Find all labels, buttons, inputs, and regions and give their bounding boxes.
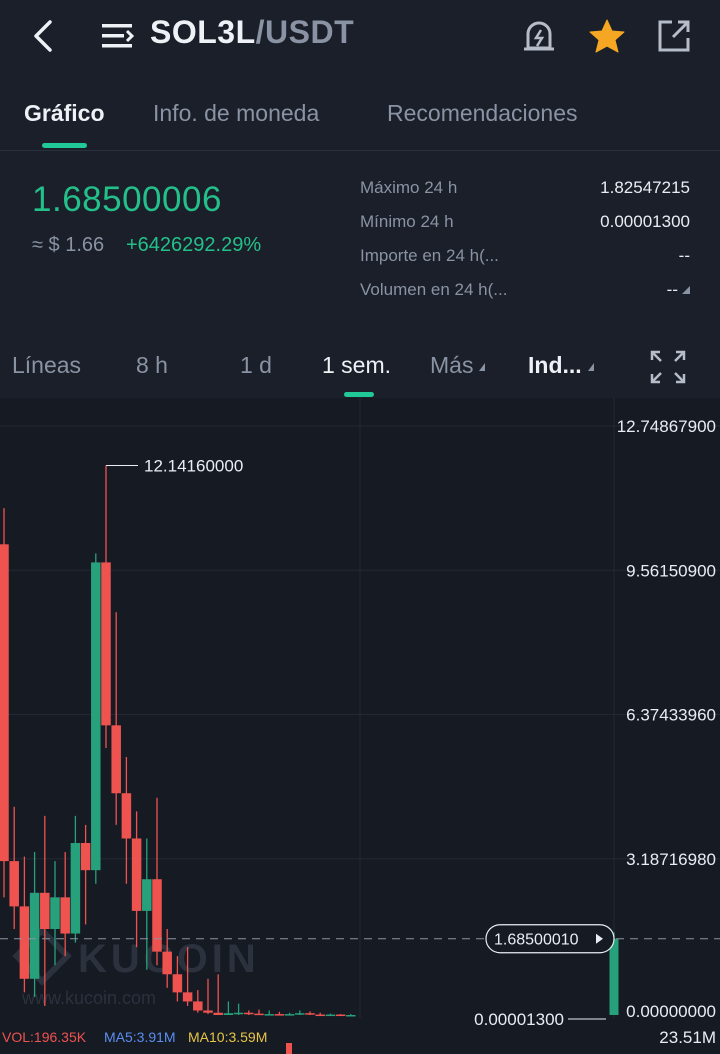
timeframe-lineas[interactable]: Líneas [12, 352, 81, 379]
candle-body [101, 562, 111, 726]
stat-value: 0.00001300 [600, 212, 690, 231]
candle-body [0, 544, 9, 862]
timeframe-8h[interactable]: 8 h [136, 352, 168, 379]
indicators-label: Ind... [528, 352, 582, 378]
y-axis-tick-label: 9.56150900 [626, 561, 716, 580]
volume-ma10: MA10:3.59M [188, 1029, 268, 1045]
candle-body [9, 861, 19, 907]
candle-body [254, 1013, 264, 1016]
candle-body [162, 951, 172, 975]
high-marker-label: 12.14160000 [144, 456, 243, 475]
last-price: 1.68500006 [32, 180, 222, 219]
candle-body [50, 897, 60, 930]
tab-info-moneda[interactable]: Info. de moneda [153, 100, 319, 127]
pair-base: SOL3L [150, 14, 256, 50]
candle-body [70, 843, 81, 934]
stat-value: -- [666, 280, 678, 299]
candle-body [264, 1014, 274, 1016]
active-tab-indicator [42, 143, 87, 148]
stat-value: 1.82547215 [600, 178, 690, 197]
top-bar: SOL3L/USDT [0, 0, 720, 72]
volume-ma5: MA5:3.91M [104, 1029, 176, 1045]
tab-grafico[interactable]: Gráfico [24, 100, 105, 127]
candle-body [346, 1015, 356, 1017]
caret-icon [587, 362, 594, 371]
candle-body [305, 1013, 315, 1015]
candle-body [325, 1014, 336, 1017]
candle-body [60, 897, 70, 934]
candle-body [19, 906, 30, 979]
back-icon[interactable] [28, 16, 60, 56]
volume-value: VOL:196.35K [2, 1029, 87, 1045]
fullscreen-expand-icon[interactable] [650, 350, 686, 384]
pair-quote: /USDT [255, 14, 355, 50]
section-tabs: Gráfico Info. de moneda Recomendaciones [0, 90, 720, 150]
candle-body [609, 938, 619, 1015]
y-axis-tick-label: 3.18716980 [626, 850, 716, 869]
stat-value: -- [678, 246, 690, 265]
candle-body [142, 879, 152, 911]
fiat-price: ≈ $ 1.66 [32, 234, 105, 256]
stat-low-24h: Mínimo 24 h 0.00001300 [360, 212, 690, 240]
y-axis-tick-label: 6.37433960 [626, 706, 716, 725]
candle-body [29, 892, 40, 979]
dropdown-corner-icon [682, 286, 690, 294]
low-marker-label: 0.00001300 [474, 1010, 564, 1029]
candle-body [121, 793, 132, 839]
stat-label: Importe en 24 h(... [360, 246, 499, 265]
candle-body [193, 1001, 203, 1011]
trading-pair-title[interactable]: SOL3L/USDT [150, 14, 354, 51]
stat-volume-24h[interactable]: Volumen en 24 h(... -- [360, 280, 690, 308]
candle-body [203, 1010, 213, 1013]
stat-label: Volumen en 24 h(... [360, 280, 508, 299]
candle-body [223, 1013, 234, 1015]
more-label: Más [430, 352, 474, 378]
candle-body [91, 562, 101, 871]
candle-body [233, 1012, 244, 1015]
last-price-tag-label: 1.68500010 [494, 932, 579, 949]
caret-icon [479, 362, 486, 371]
candle-body [274, 1014, 285, 1016]
candle-body [295, 1013, 305, 1015]
price-alert-icon[interactable] [520, 16, 558, 56]
candle-body [172, 974, 183, 993]
candle-body [284, 1014, 295, 1016]
candle-body [335, 1014, 346, 1017]
candle-body [315, 1014, 325, 1017]
candle-body [244, 1012, 254, 1015]
tab-recomendaciones[interactable]: Recomendaciones [387, 100, 578, 127]
candle-body [40, 892, 50, 930]
chart-canvas: 12.74867900 9.56150900 6.37433960 3.1871698… [0, 398, 720, 1054]
stat-high-24h: Máximo 24 h 1.82547215 [360, 178, 690, 206]
price-change-percent: +6426292.29% [126, 234, 262, 256]
candle-body [131, 838, 142, 911]
y-axis-tick-label: 0.00000000 [626, 1002, 716, 1021]
candlestick-chart[interactable]: 12.74867900 9.56150900 6.37433960 3.1871698… [0, 398, 720, 1054]
timeframe-1sem[interactable]: 1 sem. [322, 352, 391, 379]
timeframe-bar: Líneas 8 h 1 d 1 sem. Más Ind... [0, 338, 720, 398]
share-icon[interactable] [656, 18, 692, 54]
candle-body [111, 725, 121, 794]
candle-body [152, 879, 162, 952]
timeframe-mas[interactable]: Más [430, 352, 486, 379]
volume-legend: VOL:196.35K MA5:3.91M MA10:3.59M [0, 1029, 720, 1051]
watermark-url: www.kucoin.com [21, 988, 156, 1008]
y-axis-tick-label: 12.74867900 [617, 417, 716, 436]
timeframe-1d[interactable]: 1 d [240, 352, 272, 379]
divider [0, 150, 720, 151]
candle-body [213, 1012, 223, 1015]
active-timeframe-indicator [344, 392, 374, 397]
stat-label: Máximo 24 h [360, 178, 458, 197]
favorite-star-icon[interactable] [588, 18, 626, 56]
menu-icon[interactable] [100, 20, 136, 52]
stat-label: Mínimo 24 h [360, 212, 454, 231]
candle-body [80, 843, 91, 871]
indicators-dropdown[interactable]: Ind... [528, 352, 594, 379]
candle-body [182, 992, 193, 1002]
stat-amount-24h: Importe en 24 h(... -- [360, 246, 690, 274]
